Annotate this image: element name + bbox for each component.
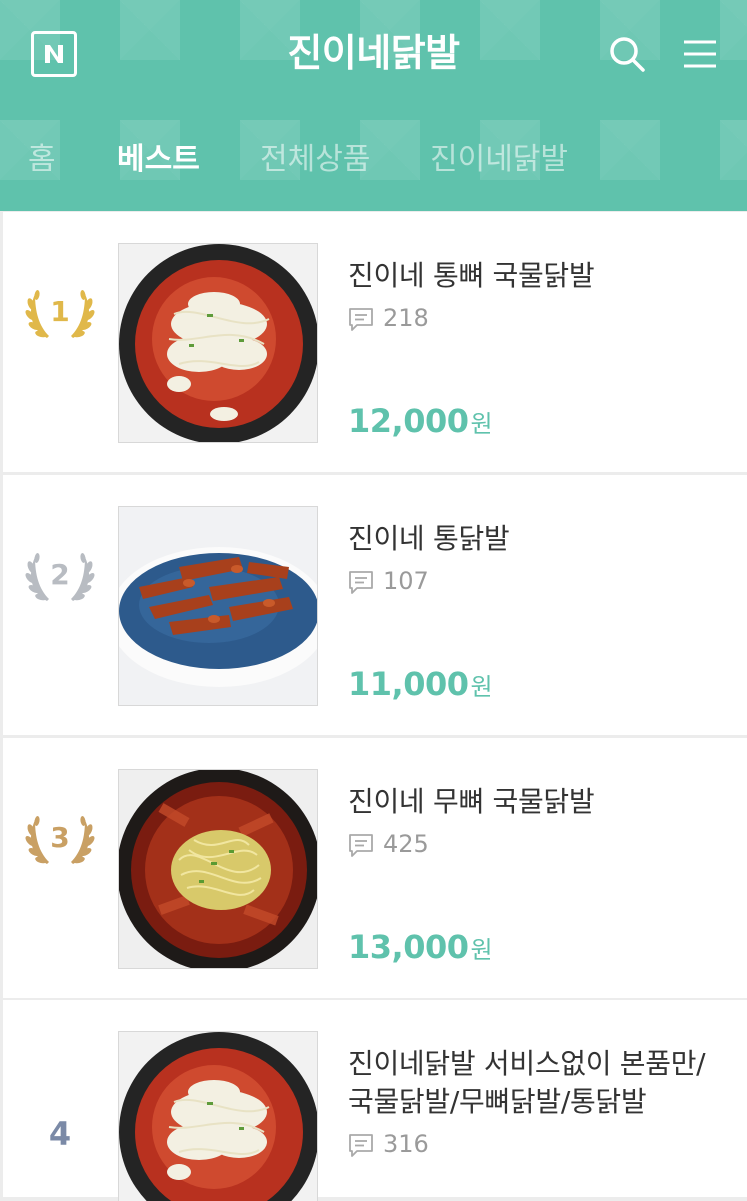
product-item[interactable]: 3 진이네 무뼈 국물닭발 425 13,000원 <box>3 738 747 998</box>
tab-best[interactable]: 베스트 <box>117 130 200 190</box>
rank-number: 2 <box>50 558 70 591</box>
review-count-value: 425 <box>383 830 429 858</box>
hamburger-menu-icon[interactable] <box>681 34 721 74</box>
product-name[interactable]: 진이네 무뼈 국물닭발 <box>348 783 738 821</box>
tab-store-name[interactable]: 진이네닭발 <box>430 130 568 190</box>
product-thumbnail[interactable] <box>118 243 318 443</box>
product-item[interactable]: 2 진이네 통닭발 107 11,000원 <box>3 475 747 735</box>
search-icon[interactable] <box>607 34 647 74</box>
rank-number: 4 <box>48 1115 72 1153</box>
product-thumbnail[interactable] <box>118 506 318 706</box>
tab-home[interactable]: 홈 <box>28 130 56 190</box>
product-thumbnail[interactable] <box>118 1031 318 1201</box>
comment-icon <box>349 1134 373 1157</box>
product-price: 11,000원 <box>348 665 493 703</box>
price-amount: 11,000 <box>348 665 469 703</box>
product-thumbnail[interactable] <box>118 769 318 969</box>
product-name[interactable]: 진이네 통뼈 국물닭발 <box>348 257 738 295</box>
price-unit: 원 <box>470 673 493 701</box>
product-price: 12,000원 <box>348 402 493 440</box>
product-price: 13,000원 <box>348 928 493 966</box>
price-amount: 13,000 <box>348 928 469 966</box>
price-unit: 원 <box>470 936 493 964</box>
price-unit: 원 <box>470 410 493 438</box>
product-item[interactable]: 1 진이네 통뼈 국물닭발 218 12,000원 <box>3 212 747 472</box>
tab-all-products[interactable]: 전체상품 <box>260 130 370 190</box>
rank-bronze-laurel-icon: 3 <box>25 808 95 870</box>
store-header: 진이네닭발 홈 베스트 전체상품 진이네닭발 <box>0 0 747 211</box>
price-amount: 12,000 <box>348 402 469 440</box>
category-tabs: 홈 베스트 전체상품 진이네닭발 <box>0 130 747 190</box>
comment-icon <box>349 571 373 594</box>
rank-silver-laurel-icon: 2 <box>25 545 95 607</box>
rank-gold-laurel-icon: 1 <box>25 282 95 344</box>
comment-icon <box>349 308 373 331</box>
product-name[interactable]: 진이네닭발 서비스없이 본품만/국물닭발/무뼈닭발/통닭발 <box>348 1045 728 1121</box>
review-count-value: 218 <box>383 304 429 332</box>
product-name[interactable]: 진이네 통닭발 <box>348 520 738 558</box>
product-item[interactable]: 4 진이네닭발 서비스없이 본품만/국물닭발/무뼈닭발/통닭발 316 <box>3 1000 747 1201</box>
comment-icon <box>349 834 373 857</box>
rank-number: 1 <box>50 295 70 328</box>
review-count-value: 316 <box>383 1130 429 1158</box>
rank-number: 3 <box>50 821 70 854</box>
review-count-value: 107 <box>383 567 429 595</box>
